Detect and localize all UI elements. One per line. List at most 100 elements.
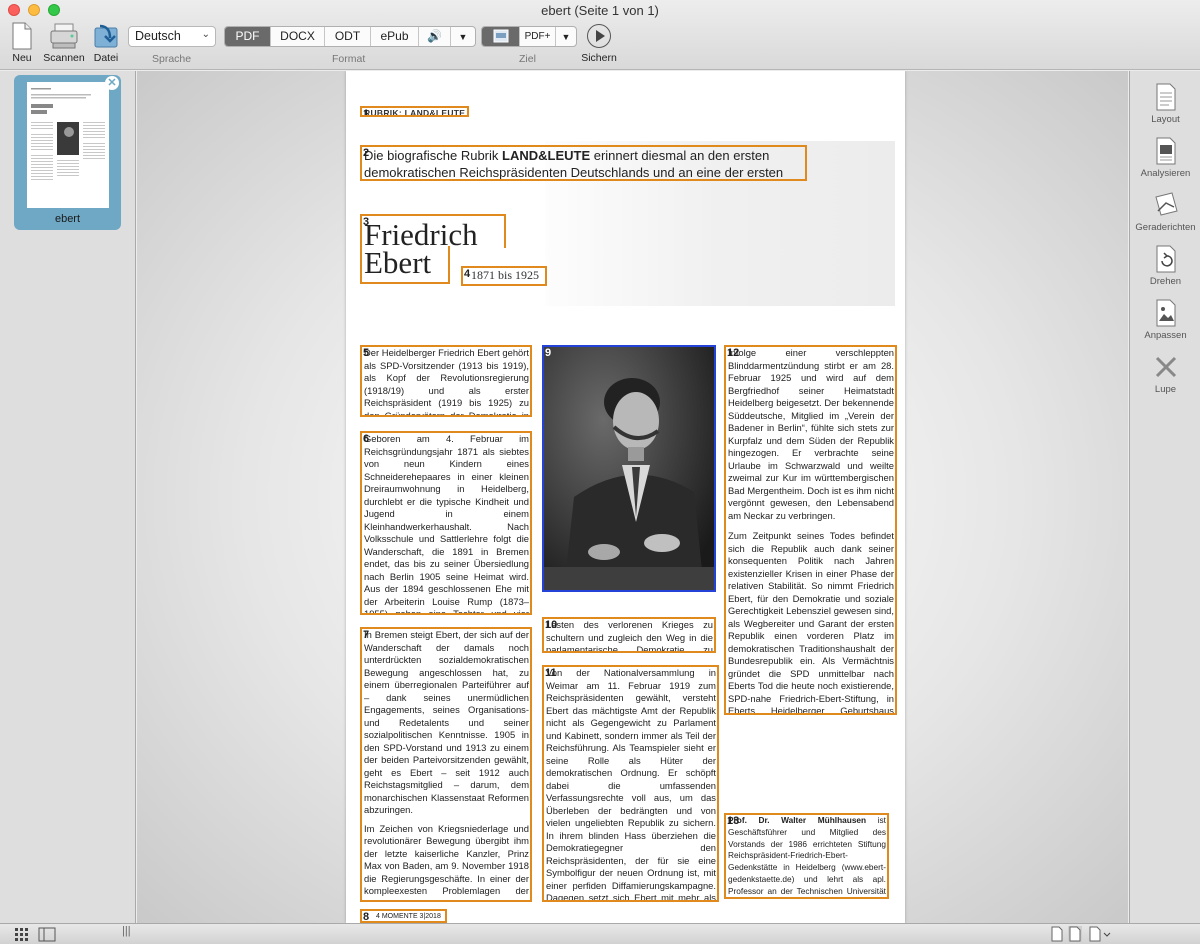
format-group-label: Format bbox=[332, 53, 366, 65]
format-more-dropdown[interactable]: ▼ bbox=[451, 27, 475, 46]
text-zone-12[interactable]: 12 Infolge einer verschleppten Blinddarm… bbox=[724, 345, 897, 715]
scan-button[interactable]: Scannen bbox=[42, 22, 86, 64]
language-value: Deutsch bbox=[135, 29, 181, 43]
target-pdfplus-button[interactable]: PDF+ bbox=[520, 27, 556, 46]
page-fit-icon[interactable] bbox=[1068, 926, 1082, 942]
list-view-icon[interactable] bbox=[38, 926, 56, 942]
chevron-down-icon: ⌄ bbox=[201, 29, 210, 40]
deskew-label: Geraderichten bbox=[1135, 222, 1196, 233]
rotate-label: Drehen bbox=[1149, 276, 1182, 287]
analyze-label: Analysieren bbox=[1140, 168, 1191, 179]
format-epub-button[interactable]: ePub bbox=[371, 27, 419, 46]
format-odt-button[interactable]: ODT bbox=[325, 27, 371, 46]
zone-2-text: Die biografische Rubrik LAND&LEUTE erinn… bbox=[362, 147, 805, 179]
heading-ebert: Ebert bbox=[364, 246, 432, 280]
text-zone-13[interactable]: 13 Prof. Dr. Walter Mühlhausen ist Gesch… bbox=[724, 813, 889, 899]
zone-number: 2 bbox=[363, 147, 370, 159]
zone-5-text: Der Heidelberger Friedrich Ebert gehört … bbox=[364, 347, 529, 417]
target-preview-button[interactable] bbox=[482, 27, 520, 46]
document-page: 1 RUBRIK: LAND&LEUTE 2 Die biografische … bbox=[346, 71, 905, 923]
zone-13-text: Prof. Dr. Walter Mühlhausen ist Geschäft… bbox=[726, 815, 887, 897]
rotate-tool-button[interactable]: Drehen bbox=[1130, 245, 1200, 287]
magnifier-tool-button[interactable]: Lupe bbox=[1130, 353, 1200, 395]
zone-number: 9 bbox=[545, 347, 552, 359]
deskew-icon bbox=[1154, 192, 1178, 216]
new-document-icon bbox=[12, 22, 32, 50]
text-zone-5[interactable]: 5 Der Heidelberger Friedrich Ebert gehör… bbox=[360, 345, 532, 417]
thumbnail-label: ebert bbox=[54, 213, 81, 225]
triangle-down-icon: ▼ bbox=[458, 32, 468, 42]
text-zone-1[interactable]: 1 RUBRIK: LAND&LEUTE bbox=[360, 106, 469, 117]
text-zone-10[interactable]: 10 Lasten des verlorenen Krieges zu schu… bbox=[542, 617, 716, 653]
preview-app-icon bbox=[493, 29, 508, 43]
author-bio: ist Geschäftsführer und Mitglied des Vor… bbox=[728, 815, 886, 896]
save-label: Sichern bbox=[581, 52, 617, 64]
target-group-label: Ziel bbox=[519, 53, 536, 65]
new-label: Neu bbox=[12, 52, 32, 64]
zone-number: 10 bbox=[545, 619, 558, 631]
magnifier-label: Lupe bbox=[1154, 384, 1177, 395]
scanner-icon bbox=[50, 23, 78, 49]
toolbar: ebert (Seite 1 von 1) Neu Scannen Datei … bbox=[0, 0, 1200, 70]
tools-sidebar: Layout Analysieren Geraderichten Drehen … bbox=[1129, 71, 1200, 923]
grid-view-icon[interactable] bbox=[14, 926, 30, 942]
zone-number: 6 bbox=[363, 433, 370, 445]
text-zone-4[interactable]: 4 1871 bis 1925 bbox=[461, 266, 547, 286]
text-zone-3-continued[interactable]: Ebert bbox=[360, 246, 450, 284]
layout-tool-button[interactable]: Layout bbox=[1130, 83, 1200, 125]
format-docx-button[interactable]: DOCX bbox=[271, 27, 325, 46]
file-button[interactable]: Datei bbox=[90, 22, 122, 64]
thumbnail-preview-graphic bbox=[27, 82, 109, 208]
text-zone-8[interactable]: 8 4 MOMENTE 3|2018 bbox=[360, 909, 447, 923]
format-pdf-button[interactable]: PDF bbox=[225, 27, 271, 46]
new-button[interactable]: Neu bbox=[6, 22, 38, 64]
intro-rubrik-name: LAND&LEUTE bbox=[502, 148, 591, 163]
close-icon[interactable]: ✕ bbox=[105, 76, 119, 90]
text-zone-6[interactable]: 6 Geboren am 4. Februar im Reichsgründun… bbox=[360, 431, 532, 615]
picture-zone-9[interactable]: 9 bbox=[542, 345, 716, 592]
thumbnail-sidebar: ✕ ebert bbox=[0, 71, 136, 923]
layout-label: Layout bbox=[1151, 114, 1180, 125]
save-button[interactable]: Sichern bbox=[578, 52, 620, 64]
zone-10-text: Lasten des verlorenen Krieges zu schulte… bbox=[546, 619, 713, 653]
deskew-tool-button[interactable]: Geraderichten bbox=[1130, 191, 1200, 233]
language-select[interactable]: Deutsch ⌄ bbox=[128, 26, 216, 47]
heading-friedrich: Friedrich bbox=[364, 217, 478, 248]
zone-7-text: In Bremen steigt Ebert, der sich auf der… bbox=[364, 629, 529, 815]
format-audio-button[interactable]: 🔊 bbox=[419, 27, 451, 46]
zone-number: 4 bbox=[464, 268, 471, 280]
zone-12-text-2: Zum Zeitpunkt seines Todes befindet sich… bbox=[728, 530, 894, 715]
zoom-dropdown-icon[interactable] bbox=[1088, 926, 1112, 942]
intro-text-start: Die biografische Rubrik bbox=[364, 148, 503, 163]
scan-label: Scannen bbox=[43, 52, 85, 64]
zone-8-text: 4 MOMENTE 3|2018 bbox=[376, 913, 441, 920]
document-viewer[interactable]: 1 RUBRIK: LAND&LEUTE 2 Die biografische … bbox=[137, 71, 1128, 923]
zone-number: 13 bbox=[727, 815, 740, 827]
analyze-tool-button[interactable]: Analysieren bbox=[1130, 137, 1200, 179]
file-label: Datei bbox=[93, 52, 119, 64]
text-zone-7[interactable]: 7 In Bremen steigt Ebert, der sich auf d… bbox=[360, 627, 532, 902]
adjust-icon bbox=[1156, 299, 1175, 327]
target-more-dropdown[interactable]: ▼ bbox=[556, 27, 576, 46]
status-bar: ||| bbox=[0, 923, 1200, 944]
text-zone-2[interactable]: 2 Die biografische Rubrik LAND&LEUTE eri… bbox=[360, 145, 807, 181]
zone-12-text: Infolge einer verschleppten Blinddarment… bbox=[728, 347, 894, 521]
target-segmented-control: PDF+ ▼ bbox=[481, 26, 577, 47]
zone-number: 3 bbox=[363, 216, 370, 228]
zone-6-text: Geboren am 4. Februar im Reichsgründungs… bbox=[364, 433, 529, 615]
zone-1-text: RUBRIK: LAND&LEUTE bbox=[364, 108, 466, 117]
adjust-tool-button[interactable]: Anpassen bbox=[1130, 299, 1200, 341]
zone-number: 7 bbox=[363, 629, 370, 641]
play-icon[interactable] bbox=[587, 24, 611, 48]
splitter-handle-icon[interactable]: ||| bbox=[122, 925, 131, 941]
text-zone-3[interactable]: 3 Friedrich bbox=[360, 214, 506, 248]
language-group-label: Sprache bbox=[152, 53, 192, 65]
magnifier-disabled-icon bbox=[1155, 356, 1176, 378]
speaker-icon: 🔊 bbox=[427, 29, 442, 43]
text-zone-11[interactable]: 11 Von der Nationalversammlung in Weimar… bbox=[542, 665, 719, 902]
zone-11-text: Von der Nationalversammlung in Weimar am… bbox=[546, 667, 716, 902]
page-thumbnail[interactable]: ✕ ebert bbox=[14, 75, 121, 230]
page-view-icon[interactable] bbox=[1050, 926, 1064, 942]
years-text: 1871 bis 1925 bbox=[471, 268, 540, 282]
portrait-photo bbox=[544, 347, 714, 590]
